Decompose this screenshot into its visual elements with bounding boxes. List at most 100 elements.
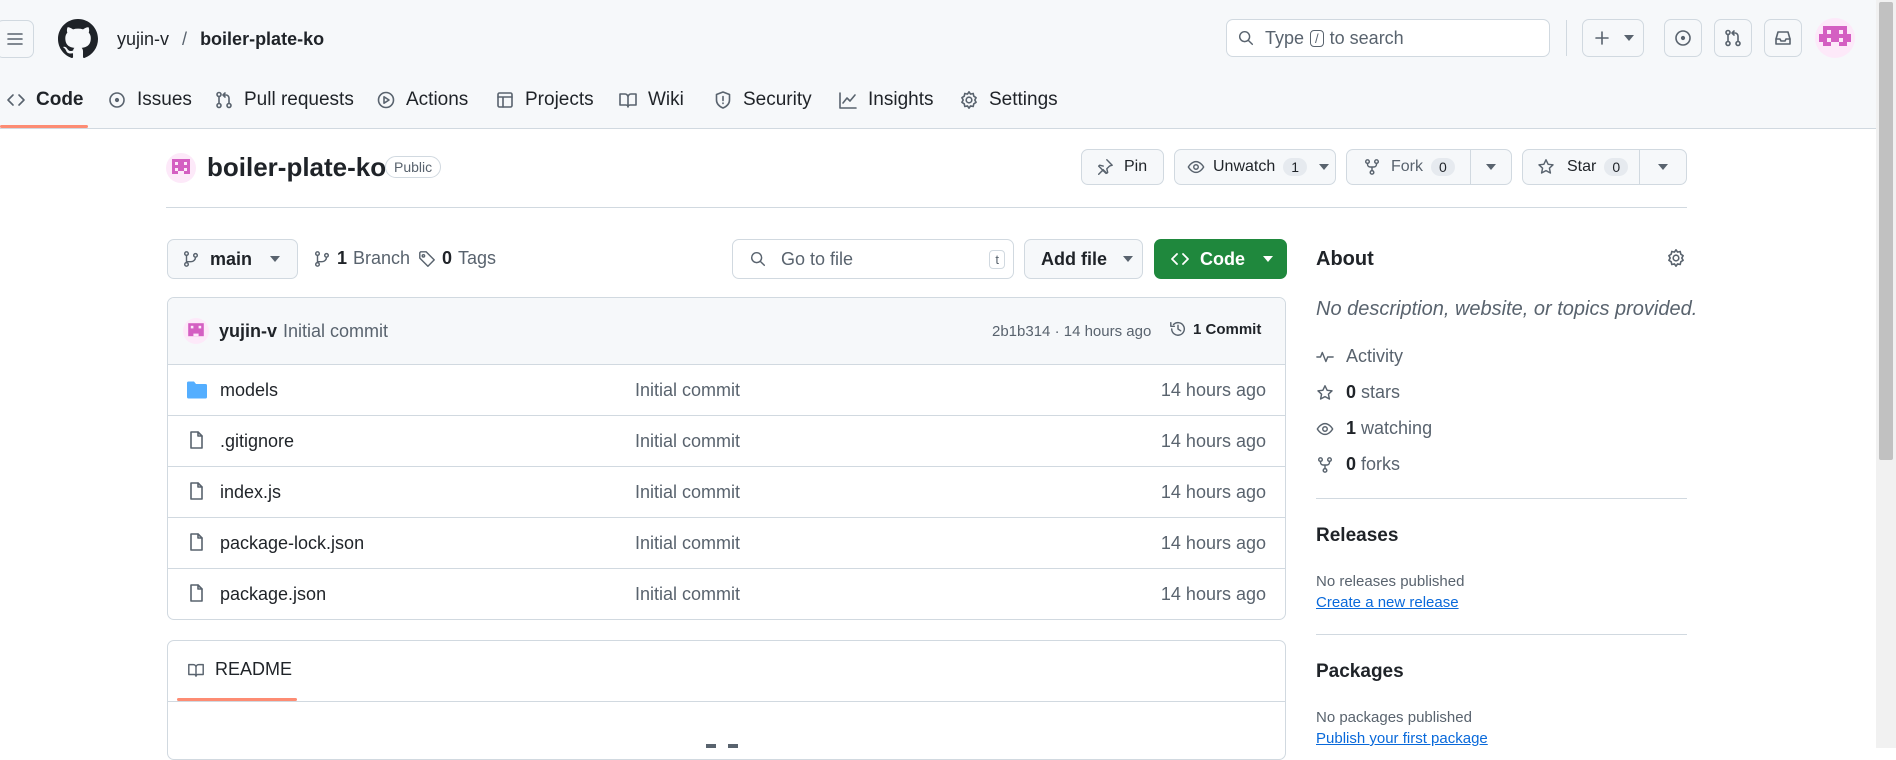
forks-link[interactable]: 0 forks bbox=[1316, 454, 1400, 475]
code-dropdown-button[interactable]: Code bbox=[1154, 239, 1287, 279]
file-name[interactable]: package-lock.json bbox=[220, 533, 364, 554]
github-logo-icon[interactable] bbox=[58, 19, 98, 59]
tab-actions[interactable]: Actions bbox=[376, 80, 468, 120]
readme-content-fragment bbox=[728, 744, 738, 748]
fork-icon bbox=[1317, 456, 1333, 473]
readme-content-fragment bbox=[706, 744, 716, 748]
file-commit-message[interactable]: Initial commit bbox=[635, 482, 740, 503]
table-row[interactable]: index.js Initial commit 14 hours ago bbox=[168, 467, 1286, 517]
breadcrumb-owner[interactable]: yujin-v bbox=[117, 29, 169, 49]
releases-title[interactable]: Releases bbox=[1316, 525, 1398, 547]
gear-icon[interactable] bbox=[1666, 248, 1686, 268]
file-name[interactable]: package.json bbox=[220, 584, 326, 605]
menu-button[interactable] bbox=[0, 20, 34, 58]
commit-hash-time[interactable]: 2b1b314 · 14 hours ago bbox=[992, 323, 1151, 340]
commit-author[interactable]: yujin-v bbox=[219, 321, 277, 342]
packages-empty-text: No packages published bbox=[1316, 709, 1472, 726]
commit-author-avatar bbox=[183, 318, 209, 344]
go-to-file-input[interactable]: Go to file t bbox=[732, 239, 1014, 279]
pull-request-icon bbox=[1725, 29, 1741, 47]
readme-tab[interactable]: README bbox=[187, 659, 292, 680]
file-commit-message[interactable]: Initial commit bbox=[635, 431, 740, 452]
add-file-button[interactable]: Add file bbox=[1024, 239, 1143, 279]
file-name[interactable]: models bbox=[220, 380, 278, 401]
play-icon bbox=[377, 91, 395, 109]
breadcrumb-repo[interactable]: boiler-plate-ko bbox=[200, 29, 324, 49]
star-dropdown-button[interactable] bbox=[1639, 149, 1687, 185]
chevron-down-icon bbox=[1319, 164, 1330, 170]
tab-security[interactable]: Security bbox=[713, 80, 812, 120]
tab-code[interactable]: Code bbox=[6, 80, 84, 120]
create-release-link[interactable]: Create a new release bbox=[1316, 594, 1459, 611]
file-commit-message[interactable]: Initial commit bbox=[635, 533, 740, 554]
search-icon bbox=[750, 251, 766, 267]
table-row[interactable]: models Initial commit 14 hours ago bbox=[168, 365, 1286, 415]
packages-title[interactable]: Packages bbox=[1316, 661, 1404, 683]
tab-settings[interactable]: Settings bbox=[959, 80, 1058, 120]
tag-icon bbox=[419, 250, 435, 267]
tab-issues[interactable]: Issues bbox=[107, 80, 192, 120]
issues-button[interactable] bbox=[1664, 19, 1702, 57]
branches-link[interactable]: 1 Branch bbox=[313, 248, 410, 269]
tags-link[interactable]: 0 Tags bbox=[418, 248, 496, 269]
fork-button[interactable]: Fork 0 bbox=[1346, 149, 1471, 185]
repo-header-divider bbox=[166, 207, 1687, 208]
tab-projects[interactable]: Projects bbox=[495, 80, 594, 120]
unwatch-button[interactable]: Unwatch 1 bbox=[1174, 149, 1336, 185]
tab-pull-requests[interactable]: Pull requests bbox=[214, 80, 354, 120]
file-commit-message[interactable]: Initial commit bbox=[635, 584, 740, 605]
tab-settings-label: Settings bbox=[989, 89, 1058, 110]
file-icon bbox=[190, 533, 203, 551]
activity-link[interactable]: Activity bbox=[1316, 346, 1403, 367]
file-icon bbox=[190, 584, 203, 602]
table-row[interactable]: package-lock.json Initial commit 14 hour… bbox=[168, 518, 1286, 568]
search-icon bbox=[1238, 30, 1254, 46]
commits-history-link[interactable]: 1 Commit bbox=[1169, 320, 1261, 338]
create-new-button[interactable] bbox=[1582, 19, 1644, 57]
code-label: Code bbox=[1200, 248, 1245, 269]
fork-count: 0 bbox=[1431, 158, 1455, 176]
stars-link[interactable]: 0 stars bbox=[1316, 382, 1400, 403]
star-button[interactable]: Star 0 bbox=[1522, 149, 1640, 185]
go-to-file-placeholder: Go to file bbox=[781, 248, 854, 269]
repo-title[interactable]: boiler-plate-ko bbox=[207, 152, 386, 183]
file-icon bbox=[190, 431, 203, 449]
unwatch-label: Unwatch bbox=[1213, 158, 1276, 175]
repo-owner-avatar bbox=[166, 153, 196, 183]
branch-selector[interactable]: main bbox=[167, 239, 298, 279]
tab-code-label: Code bbox=[36, 89, 84, 110]
publish-package-link[interactable]: Publish your first package bbox=[1316, 730, 1488, 747]
pulse-icon bbox=[1316, 351, 1334, 362]
file-icon bbox=[190, 482, 203, 500]
pull-requests-button[interactable] bbox=[1714, 19, 1752, 57]
pin-label: Pin bbox=[1124, 158, 1148, 175]
file-name[interactable]: .gitignore bbox=[220, 431, 294, 452]
branch-icon bbox=[183, 251, 199, 267]
fork-label: Fork bbox=[1391, 158, 1423, 175]
inbox-button[interactable] bbox=[1764, 19, 1802, 57]
readme-divider bbox=[168, 701, 1285, 702]
branch-count: 1 bbox=[337, 248, 348, 268]
global-search-input[interactable]: Type / to search bbox=[1226, 19, 1550, 57]
book-icon bbox=[188, 663, 204, 677]
tab-insights[interactable]: Insights bbox=[838, 80, 933, 120]
fork-icon bbox=[1364, 159, 1380, 175]
file-commit-message[interactable]: Initial commit bbox=[635, 380, 740, 401]
table-row[interactable]: package.json Initial commit 14 hours ago bbox=[168, 569, 1286, 619]
tab-wiki[interactable]: Wiki bbox=[618, 80, 684, 120]
file-name[interactable]: index.js bbox=[220, 482, 281, 503]
issue-icon bbox=[1675, 30, 1691, 46]
releases-empty-text: No releases published bbox=[1316, 573, 1465, 590]
stars-label: stars bbox=[1361, 382, 1401, 402]
go-to-file-shortcut: t bbox=[989, 249, 1005, 269]
table-row[interactable]: .gitignore Initial commit 14 hours ago bbox=[168, 416, 1286, 466]
watching-link[interactable]: 1 watching bbox=[1316, 418, 1432, 439]
sidebar-divider bbox=[1316, 634, 1687, 635]
commit-message[interactable]: Initial commit bbox=[283, 321, 388, 342]
scrollbar-thumb[interactable] bbox=[1879, 2, 1893, 460]
avatar[interactable] bbox=[1815, 18, 1855, 58]
pin-button[interactable]: Pin bbox=[1081, 149, 1164, 185]
fork-dropdown-button[interactable] bbox=[1470, 149, 1512, 185]
file-time: 14 hours ago bbox=[1160, 583, 1266, 604]
pull-request-icon bbox=[216, 91, 232, 109]
